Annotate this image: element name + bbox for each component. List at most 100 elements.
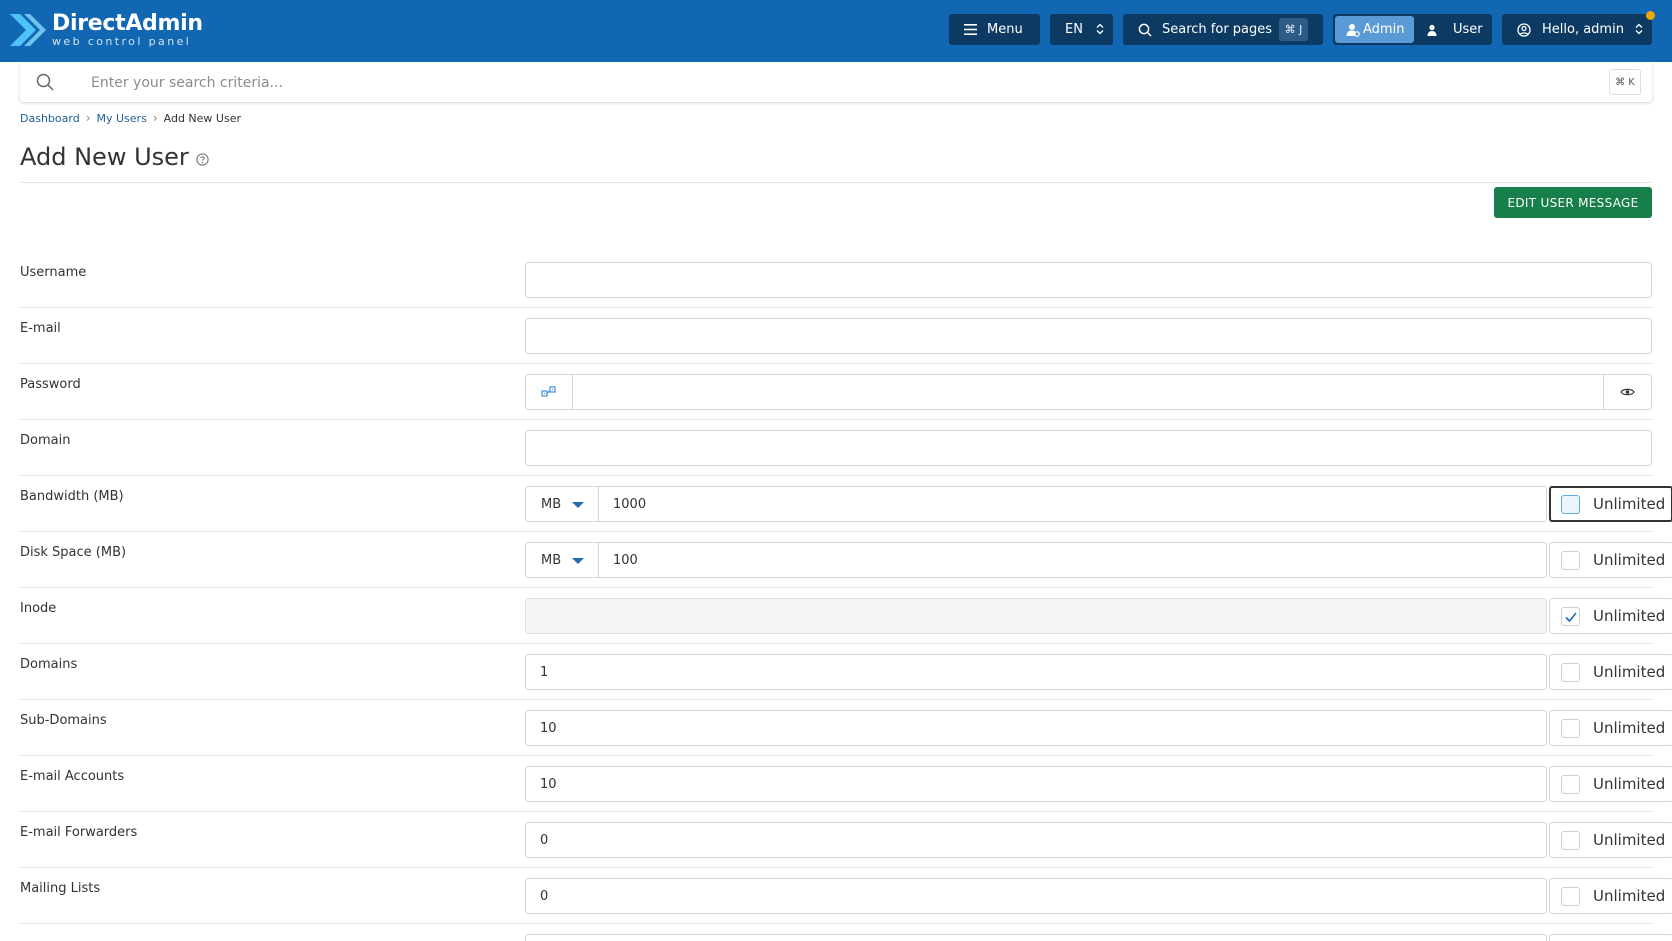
form-row-password: Password xyxy=(20,364,1652,420)
sub-domains-label: Sub-Domains xyxy=(20,713,107,728)
admin-user-icon xyxy=(1346,23,1360,37)
domain-label: Domain xyxy=(20,433,71,448)
eye-icon xyxy=(1620,388,1635,396)
email-accounts-input[interactable] xyxy=(525,766,1547,802)
disk-space-unlimited-checkbox[interactable] xyxy=(1561,550,1580,570)
role-admin-label: Admin xyxy=(1363,22,1405,37)
directadmin-logo[interactable]: DirectAdmin web control panel xyxy=(10,10,203,50)
breadcrumb-current: Add New User xyxy=(163,111,241,125)
mailing-lists-unlimited-checkbox[interactable] xyxy=(1561,886,1580,906)
sub-domains-unlimited-toggle[interactable]: Unlimited xyxy=(1549,710,1672,746)
password-input[interactable] xyxy=(572,374,1604,410)
search-pages-button[interactable]: Search for pages ⌘ J xyxy=(1123,14,1323,45)
form-row-domains: Domains Unlimited xyxy=(20,644,1672,700)
unlimited-label: Unlimited xyxy=(1593,607,1666,625)
disk-space-unit-value: MB xyxy=(541,552,562,568)
email-forwarders-unlimited-toggle[interactable]: Unlimited xyxy=(1549,822,1672,858)
username-input[interactable] xyxy=(525,262,1652,298)
add-user-form: Username E-mail Password Domain Bandwidt… xyxy=(20,252,1672,941)
logo-title: DirectAdmin xyxy=(52,10,203,36)
domains-unlimited-checkbox[interactable] xyxy=(1561,662,1580,682)
sub-domains-unlimited-checkbox[interactable] xyxy=(1561,718,1580,738)
bandwidth-input[interactable] xyxy=(598,486,1547,522)
domains-label: Domains xyxy=(20,657,78,672)
account-menu-button[interactable]: Hello, admin xyxy=(1502,14,1652,45)
role-admin-button[interactable]: Admin xyxy=(1335,16,1414,43)
title-divider xyxy=(20,182,1652,183)
updown-chevron-icon xyxy=(1635,23,1643,35)
email-input[interactable] xyxy=(525,318,1652,354)
next-unlimited-toggle[interactable] xyxy=(1549,934,1672,941)
sub-domains-input[interactable] xyxy=(525,710,1547,746)
search-pages-shortcut: ⌘ J xyxy=(1279,18,1308,41)
page-title-text: Add New User xyxy=(20,143,189,171)
inode-input[interactable] xyxy=(525,598,1547,634)
checkmark-icon xyxy=(1565,611,1577,622)
email-accounts-unlimited-checkbox[interactable] xyxy=(1561,774,1580,794)
global-search-input[interactable] xyxy=(70,63,1600,102)
unlimited-label: Unlimited xyxy=(1593,831,1666,849)
disk-space-unit-select[interactable]: MB xyxy=(525,542,599,578)
role-user-label: User xyxy=(1453,22,1483,37)
bandwidth-unlimited-toggle[interactable]: Unlimited xyxy=(1549,486,1672,522)
mailing-lists-input[interactable] xyxy=(525,878,1547,914)
disk-space-label: Disk Space (MB) xyxy=(20,545,127,560)
email-label: E-mail xyxy=(20,321,61,336)
role-switcher: Admin User xyxy=(1333,14,1492,45)
role-user-button[interactable]: User xyxy=(1423,16,1489,43)
password-label: Password xyxy=(20,377,81,392)
disk-space-input[interactable] xyxy=(598,542,1547,578)
unlimited-label: Unlimited xyxy=(1593,887,1666,905)
edit-user-message-button[interactable]: EDIT USER MESSAGE xyxy=(1494,187,1652,218)
form-row-mailing-lists: Mailing Lists Unlimited xyxy=(20,868,1672,924)
user-icon xyxy=(1427,24,1437,36)
top-header-bar: DirectAdmin web control panel Menu EN Se… xyxy=(0,0,1672,62)
notification-dot[interactable] xyxy=(1646,11,1655,20)
caret-down-icon xyxy=(572,502,584,508)
domain-input[interactable] xyxy=(525,430,1652,466)
menu-label: Menu xyxy=(987,22,1023,37)
breadcrumb-my-users-link[interactable]: My Users xyxy=(97,112,147,125)
search-pages-label: Search for pages xyxy=(1162,22,1273,37)
email-forwarders-input[interactable] xyxy=(525,822,1547,858)
user-circle-icon xyxy=(1517,22,1531,37)
caret-down-icon xyxy=(572,558,584,564)
email-accounts-label: E-mail Accounts xyxy=(20,769,125,784)
bandwidth-unit-value: MB xyxy=(541,496,562,512)
page-title: Add New User xyxy=(20,143,209,171)
help-icon[interactable] xyxy=(196,152,209,166)
form-row-disk-space: Disk Space (MB) MB Unlimited xyxy=(20,532,1672,588)
breadcrumb: Dashboard › My Users › Add New User xyxy=(20,110,241,126)
domains-unlimited-toggle[interactable]: Unlimited xyxy=(1549,654,1672,690)
toggle-password-visibility-button[interactable] xyxy=(1603,374,1652,410)
domains-input[interactable] xyxy=(525,654,1547,690)
form-row-bandwidth: Bandwidth (MB) MB Unlimited xyxy=(20,476,1672,532)
search-icon xyxy=(36,73,54,91)
menu-button[interactable]: Menu xyxy=(949,14,1040,45)
language-value: EN xyxy=(1065,22,1083,37)
email-forwarders-unlimited-checkbox[interactable] xyxy=(1561,830,1580,850)
unlimited-label: Unlimited xyxy=(1593,719,1666,737)
form-row-domain: Domain xyxy=(20,420,1652,476)
directadmin-logo-icon xyxy=(10,14,46,46)
bandwidth-unit-select[interactable]: MB xyxy=(525,486,599,522)
search-icon xyxy=(1138,23,1152,37)
mailing-lists-unlimited-toggle[interactable]: Unlimited xyxy=(1549,878,1672,914)
breadcrumb-dashboard-link[interactable]: Dashboard xyxy=(20,112,80,125)
form-row-next-partial xyxy=(20,924,1672,941)
email-accounts-unlimited-toggle[interactable]: Unlimited xyxy=(1549,766,1672,802)
unlimited-label: Unlimited xyxy=(1593,775,1666,793)
updown-chevron-icon xyxy=(1096,23,1104,35)
next-field-input[interactable] xyxy=(525,934,1547,941)
bandwidth-unlimited-checkbox[interactable] xyxy=(1561,494,1580,514)
chevron-right-icon: › xyxy=(152,111,158,125)
language-select[interactable]: EN xyxy=(1050,14,1113,45)
generate-password-button[interactable] xyxy=(525,374,573,410)
inode-unlimited-toggle[interactable]: Unlimited xyxy=(1549,598,1672,634)
inode-unlimited-checkbox[interactable] xyxy=(1561,606,1580,626)
disk-space-unlimited-toggle[interactable]: Unlimited xyxy=(1549,542,1672,578)
form-row-username: Username xyxy=(20,252,1652,308)
global-search-bar: ⌘ K xyxy=(20,63,1652,102)
global-search-shortcut: ⌘ K xyxy=(1609,69,1641,95)
form-row-email-accounts: E-mail Accounts Unlimited xyxy=(20,756,1672,812)
